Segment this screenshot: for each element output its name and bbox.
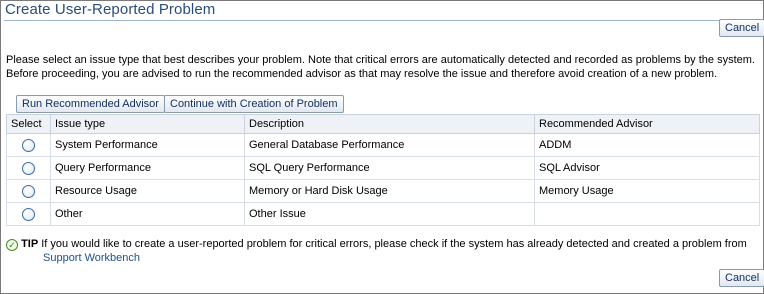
column-header-issue-type: Issue type (50, 114, 245, 134)
select-radio-other[interactable] (22, 207, 35, 221)
description-cell: General Database Performance (244, 133, 535, 157)
run-recommended-advisor-button[interactable]: Run Recommended Advisor (16, 95, 165, 113)
instructions-line-1: Please select an issue type that best de… (6, 54, 755, 66)
tip-label: TIP (21, 238, 39, 250)
advisor-cell: Memory Usage (534, 179, 760, 203)
advisor-cell (534, 202, 760, 226)
issue-type-cell: System Performance (50, 133, 245, 157)
select-radio-query-performance[interactable] (22, 161, 35, 175)
select-radio-system-performance[interactable] (22, 138, 35, 152)
cancel-button-bottom[interactable]: Cancel (719, 269, 764, 287)
select-cell (6, 179, 51, 203)
table-row[interactable]: Resource Usage Memory or Hard Disk Usage… (6, 179, 760, 203)
select-radio-resource-usage[interactable] (22, 184, 35, 198)
tip-message: ✓ TIP If you would like to create a user… (6, 237, 761, 265)
table-row[interactable]: Query Performance SQL Query Performance … (6, 156, 760, 180)
select-cell (6, 156, 51, 180)
advisor-cell: ADDM (534, 133, 760, 157)
description-cell: SQL Query Performance (244, 156, 535, 180)
instructions-line-2: Before proceeding, you are advised to ru… (6, 68, 718, 80)
issue-type-table: Select Issue type Description Recommende… (6, 114, 760, 226)
checkmark-icon: ✓ (6, 239, 18, 251)
table-row[interactable]: Other Other Issue (6, 202, 760, 226)
select-cell (6, 133, 51, 157)
cancel-button-top[interactable]: Cancel (719, 19, 764, 37)
continue-creation-button[interactable]: Continue with Creation of Problem (164, 95, 344, 113)
column-header-description: Description (244, 114, 535, 134)
support-workbench-link[interactable]: Support Workbench (43, 252, 140, 264)
instructions-text: Please select an issue type that best de… (6, 53, 756, 81)
description-cell: Other Issue (244, 202, 535, 226)
column-header-recommended-advisor: Recommended Advisor (534, 114, 760, 134)
advisor-cell: SQL Advisor (534, 156, 760, 180)
create-problem-panel: Create User-Reported Problem Cancel Plea… (0, 0, 764, 294)
tip-text: If you would like to create a user-repor… (41, 238, 747, 250)
page-title: Create User-Reported Problem (5, 1, 216, 18)
issue-type-cell: Query Performance (50, 156, 245, 180)
select-cell (6, 202, 51, 226)
issue-type-cell: Other (50, 202, 245, 226)
column-header-select: Select (6, 114, 51, 134)
issue-type-cell: Resource Usage (50, 179, 245, 203)
table-header-row: Select Issue type Description Recommende… (6, 114, 760, 134)
title-divider (4, 20, 760, 21)
description-cell: Memory or Hard Disk Usage (244, 179, 535, 203)
table-row[interactable]: System Performance General Database Perf… (6, 133, 760, 157)
